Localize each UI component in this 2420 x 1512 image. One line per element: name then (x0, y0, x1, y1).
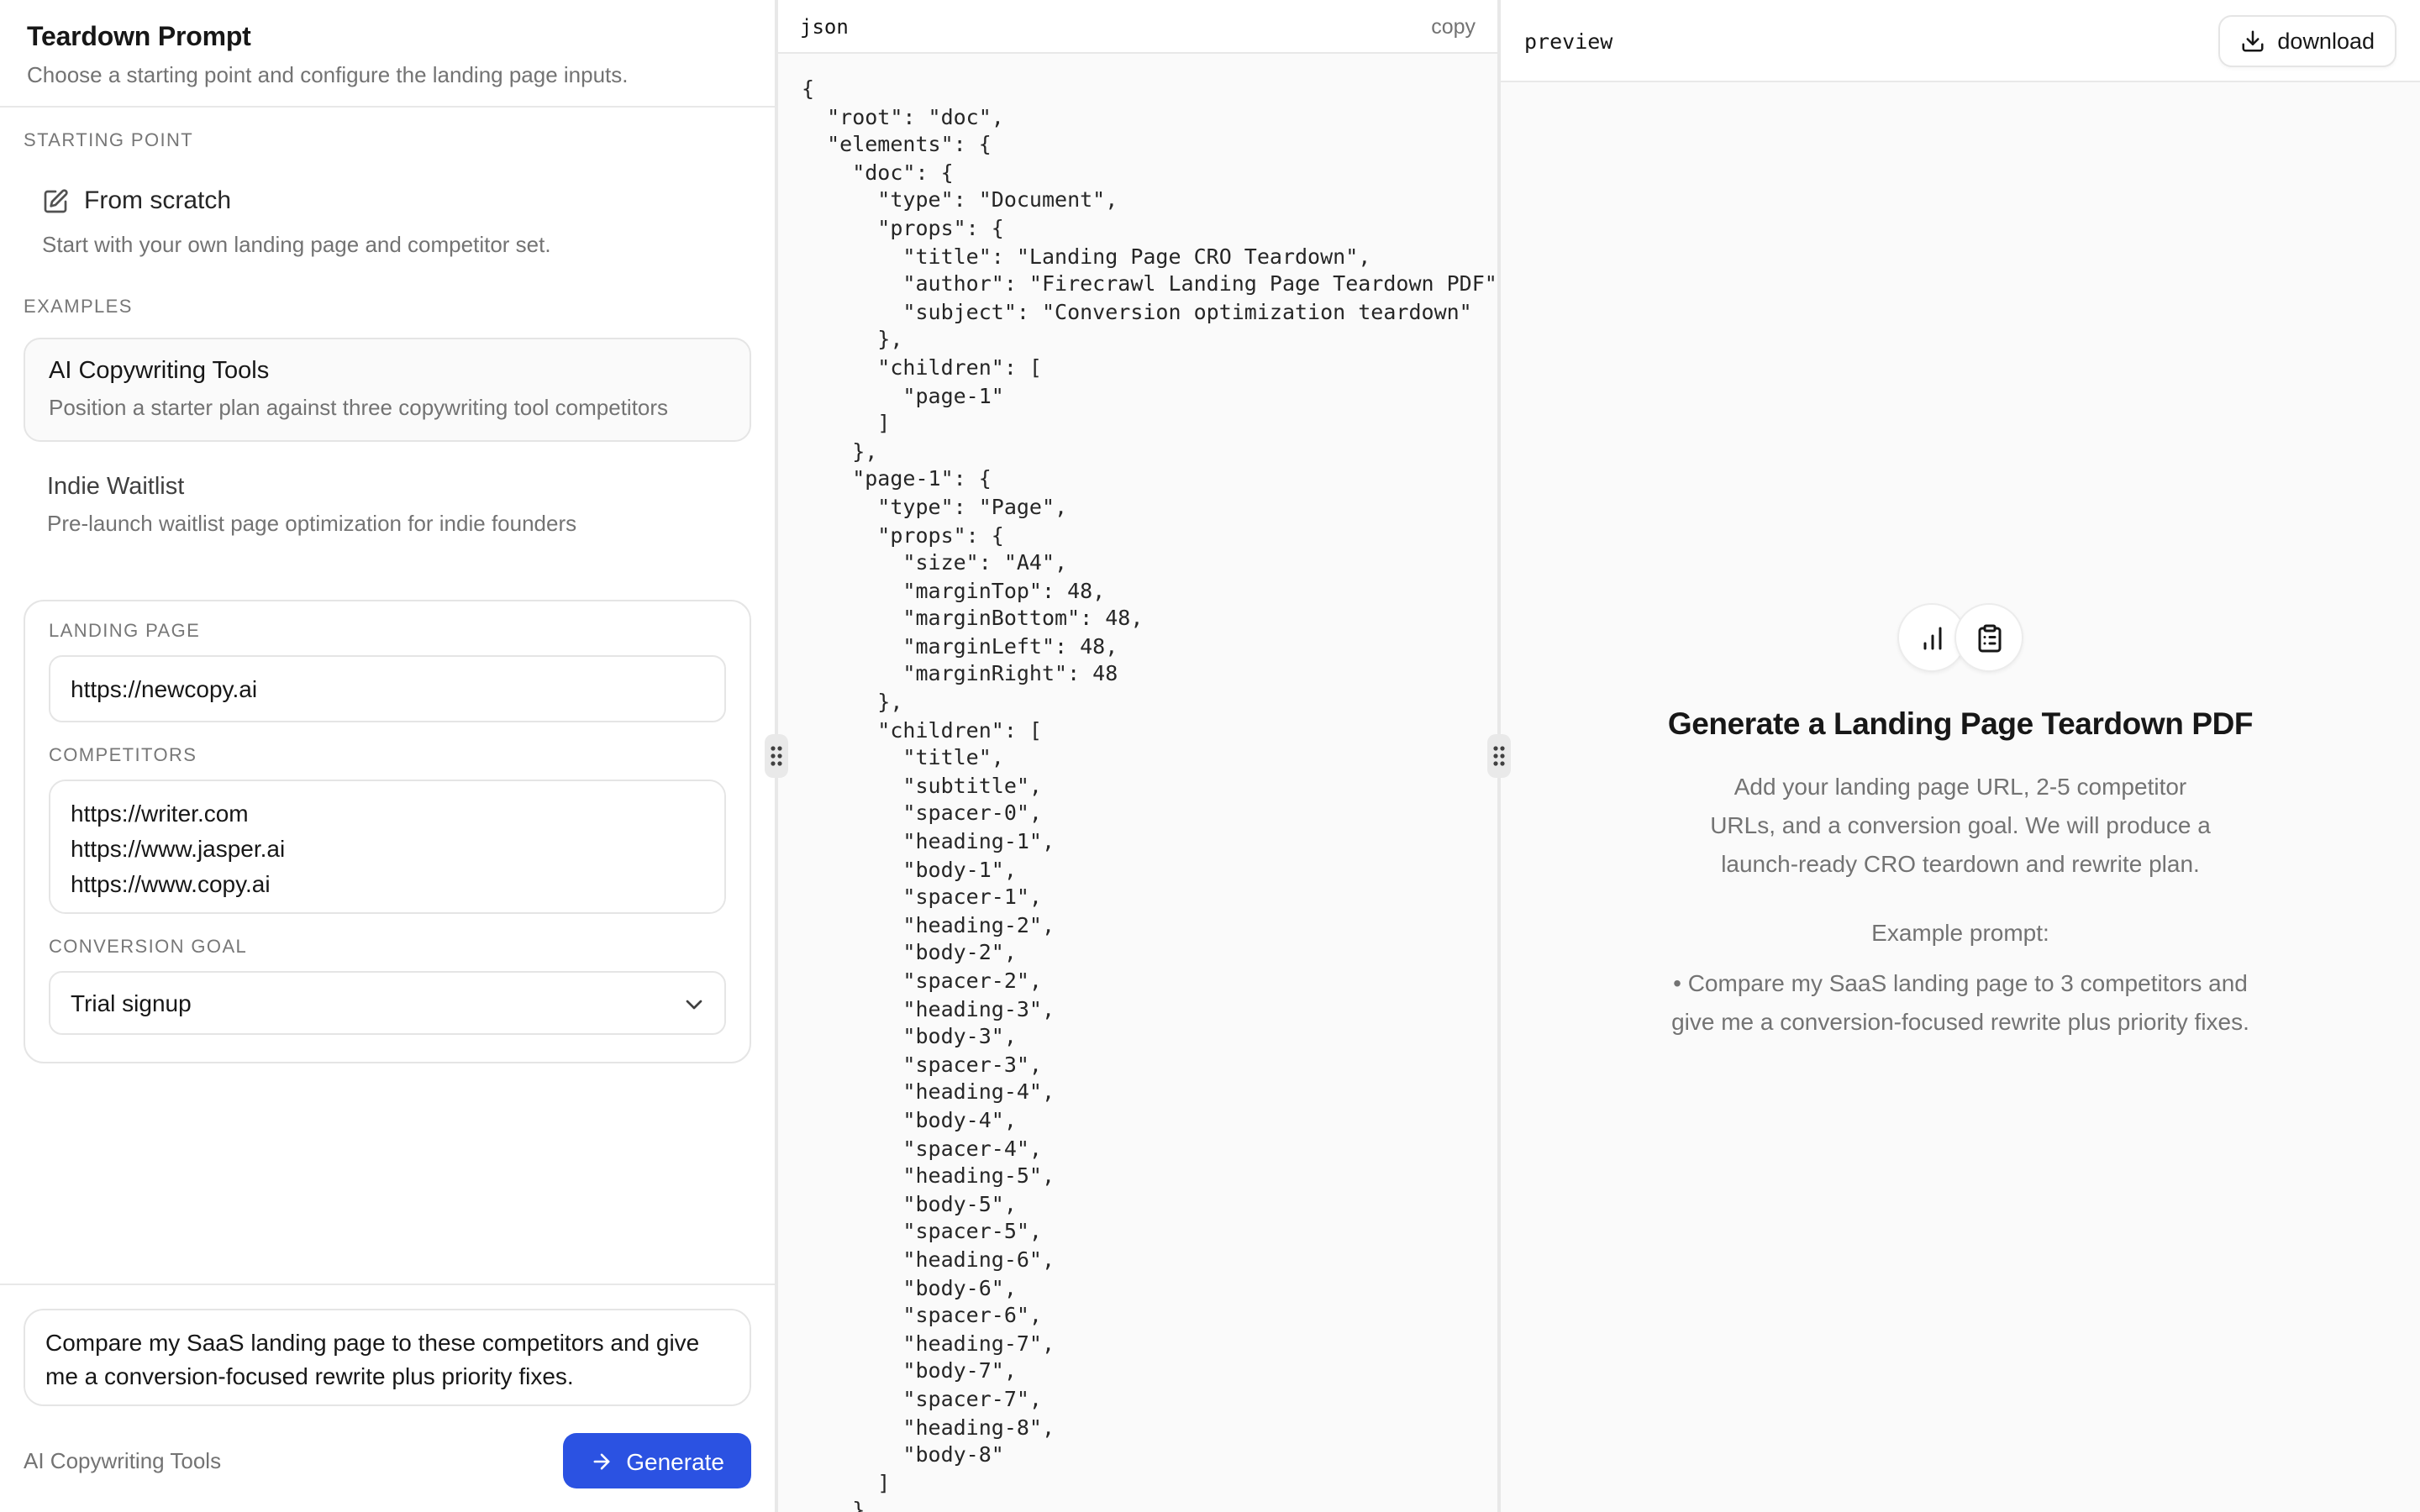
left-panel-content: STARTING POINT From scratch Start with y… (0, 108, 775, 1284)
competitors-label: COMPETITORS (49, 746, 726, 766)
resize-grip-handle[interactable] (1487, 734, 1511, 778)
arrow-right-icon (589, 1449, 613, 1473)
clipboard-list-icon (1974, 622, 2004, 653)
panel-divider-right (1497, 0, 1501, 1512)
preview-canvas: Generate a Landing Page Teardown PDF Add… (1501, 82, 2420, 1512)
starting-point-label: STARTING POINT (24, 131, 751, 151)
copy-button[interactable]: copy (1431, 14, 1476, 38)
competitors-textarea[interactable] (49, 780, 726, 914)
prompt-bar: AI Copywriting Tools Generate (0, 1284, 775, 1512)
download-icon (2240, 28, 2265, 53)
preview-panel-header: preview download (1501, 0, 2420, 82)
left-panel-header: Teardown Prompt Choose a starting point … (0, 0, 775, 108)
empty-state-description: Add your landing page URL, 2-5 competito… (1698, 768, 2223, 884)
generate-button[interactable]: Generate (562, 1433, 751, 1488)
json-panel: json copy { "root": "doc", "elements": {… (778, 0, 1497, 1512)
chevron-down-icon (681, 991, 708, 1023)
from-scratch-label: From scratch (84, 185, 231, 218)
page-title: Teardown Prompt (27, 20, 748, 57)
conversion-goal-select[interactable]: Trial signup (49, 971, 726, 1035)
json-panel-header: json copy (778, 0, 1497, 54)
empty-state-icons (1897, 603, 2023, 672)
from-scratch-description: Start with your own landing page and com… (42, 230, 751, 260)
example-description: Position a starter plan against three co… (49, 393, 726, 423)
conversion-goal-value: Trial signup (71, 990, 192, 1016)
empty-state-title: Generate a Landing Page Teardown PDF (1668, 706, 2253, 743)
edit-pencil-icon (42, 188, 69, 215)
inputs-form-card: LANDING PAGE COMPETITORS CONVERSION GOAL… (24, 600, 751, 1063)
bar-chart-icon (1917, 622, 1947, 653)
json-tab-label: json (800, 14, 849, 38)
landing-page-label: LANDING PAGE (49, 622, 726, 642)
json-code: { "root": "doc", "elements": { "doc": { … (802, 76, 1477, 1512)
preview-empty-state: Generate a Landing Page Teardown PDF Add… (1656, 603, 2265, 1042)
conversion-goal-label: CONVERSION GOAL (49, 937, 726, 958)
example-card-indie-waitlist[interactable]: Indie Waitlist Pre-launch waitlist page … (24, 455, 751, 556)
preview-tab-label: preview (1524, 28, 1612, 53)
example-prompt-label: Example prompt: (1871, 919, 2049, 946)
teardown-prompt-panel: Teardown Prompt Choose a starting point … (0, 0, 775, 1512)
download-button[interactable]: download (2218, 14, 2396, 66)
example-title: AI Copywriting Tools (49, 356, 726, 388)
prompt-textarea[interactable] (24, 1309, 751, 1406)
clipboard-icon-badge (1954, 603, 2023, 672)
example-prompt-text: • Compare my SaaS landing page to 3 comp… (1656, 964, 2265, 1042)
resize-grip-handle[interactable] (765, 734, 788, 778)
example-card-ai-copywriting-tools[interactable]: AI Copywriting Tools Position a starter … (24, 338, 751, 442)
app-window: Teardown Prompt Choose a starting point … (0, 0, 2420, 1512)
preview-panel: preview download Generate a Landing (1501, 0, 2420, 1512)
examples-label: EXAMPLES (24, 297, 751, 318)
example-description: Pre-launch waitlist page optimization fo… (47, 509, 728, 539)
generate-button-label: Generate (626, 1447, 724, 1474)
json-code-area[interactable]: { "root": "doc", "elements": { "doc": { … (778, 54, 1497, 1512)
example-title: Indie Waitlist (47, 472, 728, 504)
panel-divider-left (775, 0, 778, 1512)
from-scratch-option[interactable]: From scratch Start with your own landing… (42, 185, 751, 260)
selected-example-badge: AI Copywriting Tools (24, 1448, 221, 1473)
page-subtitle: Choose a starting point and configure th… (27, 60, 748, 91)
landing-page-input[interactable] (49, 655, 726, 722)
download-button-label: download (2277, 28, 2375, 53)
